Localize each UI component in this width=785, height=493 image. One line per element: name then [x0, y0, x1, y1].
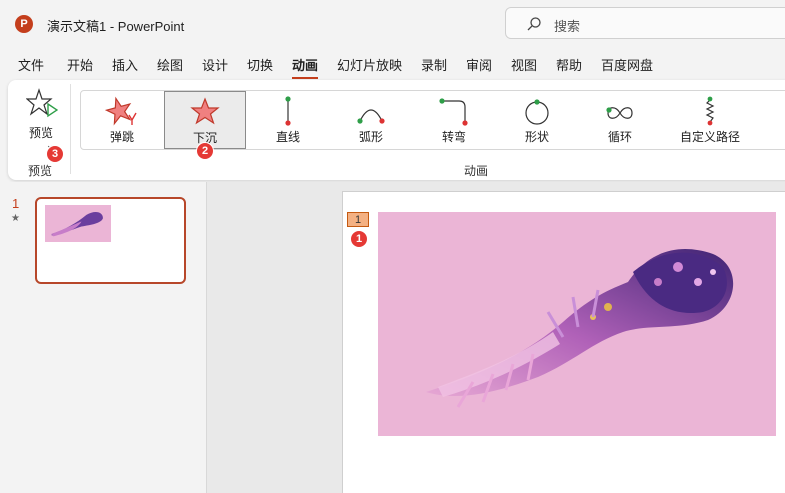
tab-baidu-netdisk[interactable]: 百度网盘 — [601, 55, 653, 74]
slide-thumbnail[interactable] — [35, 197, 186, 284]
animation-label: 转弯 — [441, 130, 466, 144]
animation-label: 弹跳 — [109, 130, 134, 144]
tab-design[interactable]: 设计 — [202, 55, 228, 74]
step-badge-2: 2 — [196, 142, 214, 160]
tab-file[interactable]: 文件 — [18, 55, 44, 74]
tab-home[interactable]: 开始 — [67, 55, 93, 74]
slide-number: 1 — [12, 196, 20, 211]
shape-path-icon — [525, 99, 549, 125]
tab-draw[interactable]: 绘图 — [157, 55, 183, 74]
animations-ribbon: 预览 ⌄ 预览 弹跳 下沉 直线 弧形 转弯 形状 循环 自定义路径 动画 — [8, 80, 785, 180]
animation-label: 直线 — [275, 130, 300, 144]
search-box[interactable]: 搜索 — [505, 7, 785, 39]
animation-gallery: 弹跳 下沉 直线 弧形 转弯 形状 循环 自定义路径 — [80, 90, 785, 150]
arc-path-icon — [357, 109, 385, 124]
step-badge-3: 3 — [46, 145, 64, 163]
tab-review[interactable]: 审阅 — [466, 55, 492, 74]
powerpoint-logo-icon: P — [15, 15, 33, 33]
tab-record[interactable]: 录制 — [421, 55, 447, 74]
ribbon-divider — [70, 84, 71, 174]
animation-sequence-tag[interactable]: 1 — [347, 212, 369, 227]
preview-group-label: 预览 — [28, 164, 53, 178]
tab-view[interactable]: 视图 — [511, 55, 537, 74]
ribbon-tabs: 文件 开始 插入 绘图 设计 切换 动画 幻灯片放映 录制 审阅 视图 帮助 百… — [0, 50, 785, 79]
animation-label: 形状 — [524, 130, 549, 144]
tab-slideshow[interactable]: 幻灯片放映 — [337, 55, 402, 74]
line-path-icon — [285, 96, 291, 126]
animation-loop[interactable]: 循环 — [579, 91, 661, 149]
animation-label: 循环 — [607, 130, 632, 144]
custom-path-icon — [705, 96, 715, 126]
search-placeholder: 搜索 — [554, 19, 581, 34]
abstract-coral-image — [426, 249, 734, 408]
loop-path-icon — [606, 107, 633, 119]
animation-label: 自定义路径 — [679, 130, 740, 144]
animation-custom-path[interactable]: 自定义路径 — [662, 91, 758, 149]
preview-label: 预览 — [29, 126, 54, 140]
animation-turn[interactable]: 转弯 — [413, 91, 495, 149]
tab-insert[interactable]: 插入 — [112, 55, 138, 74]
slide-image[interactable] — [378, 212, 776, 436]
step-badge-1: 1 — [350, 230, 368, 248]
title-bar: P 演示文稿1 - PowerPoint 搜索 — [0, 0, 785, 46]
animation-bounce[interactable]: 弹跳 — [81, 91, 163, 149]
tab-transitions[interactable]: 切换 — [247, 55, 273, 74]
animation-shape[interactable]: 形状 — [496, 91, 578, 149]
tab-help[interactable]: 帮助 — [556, 55, 582, 74]
animation-arc[interactable]: 弧形 — [330, 91, 412, 149]
sink-star-icon — [190, 97, 220, 125]
tab-animations[interactable]: 动画 — [292, 55, 319, 79]
animation-line[interactable]: 直线 — [247, 91, 329, 149]
thumbnail-image — [45, 205, 111, 242]
bounce-star-icon — [105, 96, 137, 126]
animation-marker-icon: ★ — [11, 213, 20, 224]
preview-star-icon — [26, 88, 58, 118]
turn-path-icon — [439, 98, 468, 126]
search-icon — [527, 17, 541, 31]
window-title: 演示文稿1 - PowerPoint — [47, 19, 185, 34]
animation-group-label: 动画 — [464, 164, 489, 178]
animation-sink[interactable]: 下沉 — [164, 91, 246, 149]
animation-label: 弧形 — [358, 130, 383, 144]
